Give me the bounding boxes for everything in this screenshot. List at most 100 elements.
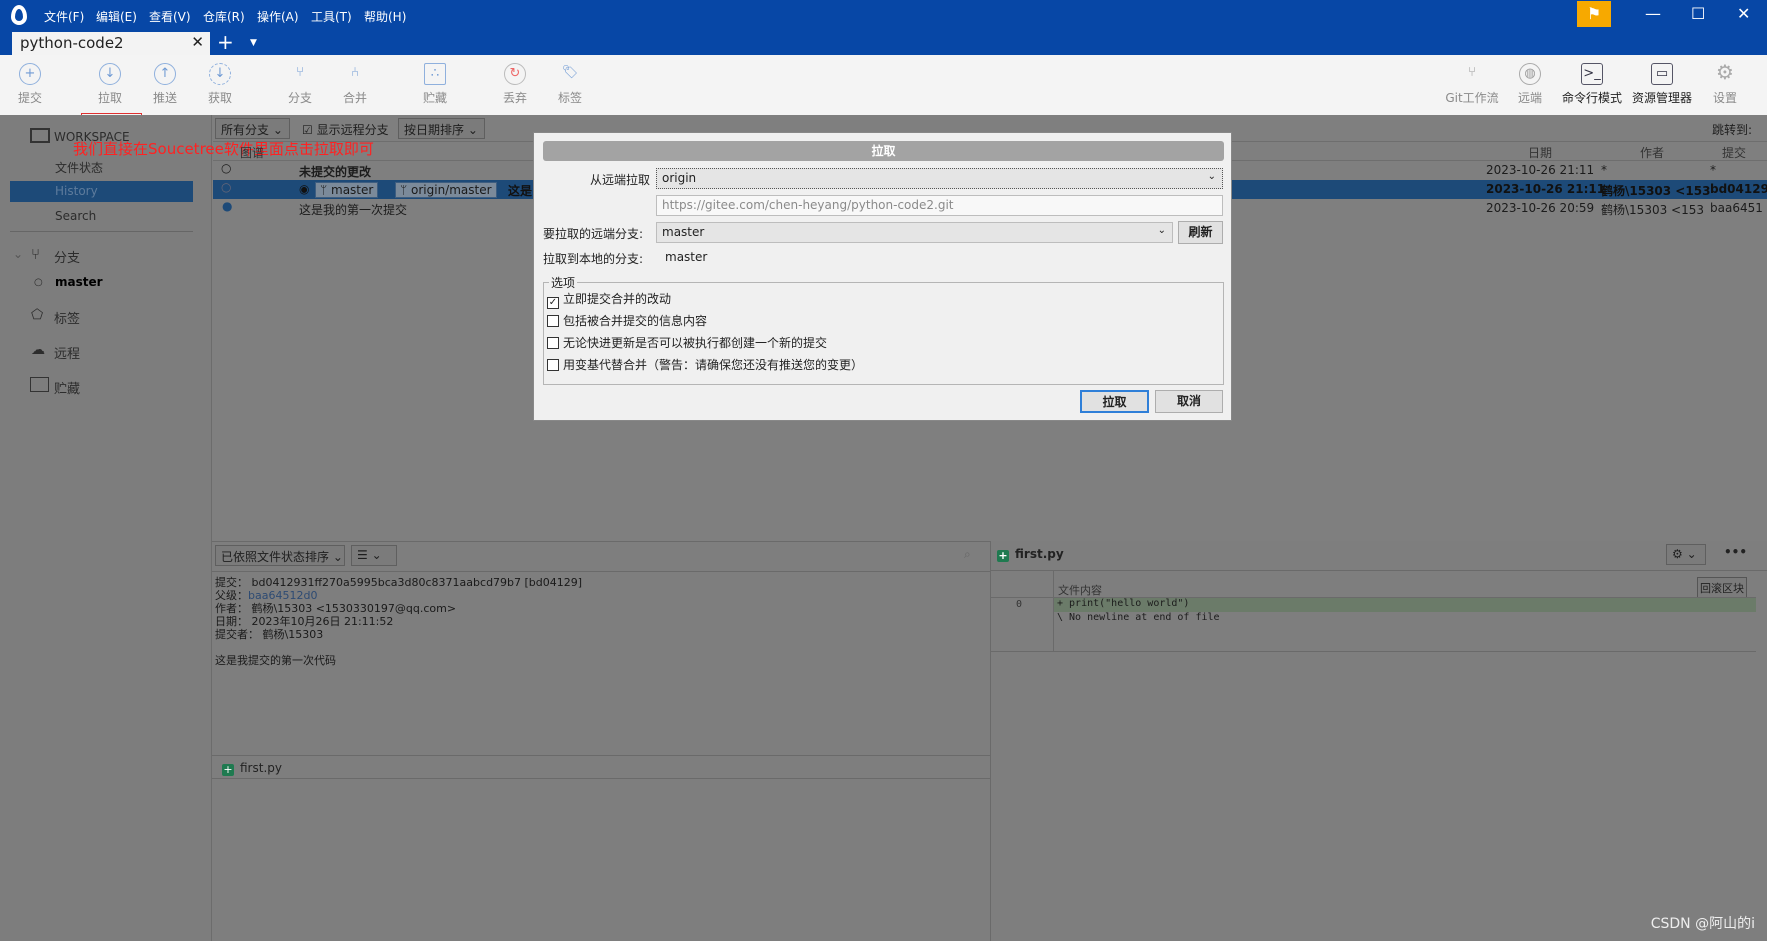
git-flow-icon: ⑂ [1468, 65, 1476, 80]
sidebar-branches[interactable]: 分支 [54, 247, 80, 266]
repo-tab[interactable]: python-code2 ✕ [12, 32, 210, 55]
push-label: 推送 [152, 91, 177, 105]
repo-tab-label: python-code2 [20, 34, 124, 52]
menu-repo[interactable]: 仓库(R) [203, 8, 245, 25]
option-no-ff[interactable]: 无论快进更新是否可以被执行都创建一个新的提交 [547, 334, 827, 351]
tag-button[interactable]: 🏷 标签 [540, 55, 600, 115]
fetch-button[interactable]: ↓ 获取 [190, 55, 250, 115]
merge-icon: ⑃ [351, 65, 359, 80]
local-branch-label: 拉取到本地的分支: [543, 252, 644, 266]
revert-hunk-button[interactable]: 回滚区块 [1697, 577, 1747, 599]
tag-label: 标签 [557, 91, 582, 105]
diff-file-title: + first.py [997, 547, 1064, 562]
line-number: 0 [1016, 599, 1023, 610]
pull-dialog: 拉取 从远端拉取 origin ⌄ https://gitee.com/chen-… [533, 132, 1232, 421]
search-icon[interactable]: ⌕ [964, 547, 971, 562]
history-label: History [55, 184, 98, 198]
terminal-label: 命令行模式 [1561, 91, 1622, 105]
file-sort-dropdown[interactable]: 已依照文件状态排序 ⌄ [215, 545, 345, 566]
sort-dropdown[interactable]: 按日期排序 ⌄ [398, 118, 485, 139]
graph-node-icon: ○ [221, 161, 232, 175]
menu-view[interactable]: 查看(V) [149, 8, 191, 25]
sidebar-remotes[interactable]: 远程 [54, 343, 80, 362]
chevron-down-icon: ⌄ [1157, 225, 1166, 236]
title-bar: 文件(F) 编辑(E) 查看(V) 仓库(R) 操作(A) 工具(T) 帮助(H… [0, 0, 1767, 55]
sidebar-item-search[interactable]: Search [55, 209, 96, 223]
cancel-button[interactable]: 取消 [1155, 390, 1223, 413]
terminal-icon: >_ [1581, 63, 1603, 85]
menu-actions[interactable]: 操作(A) [257, 8, 299, 25]
head-icon: ◉ [299, 182, 310, 196]
stash-label: 贮藏 [422, 91, 447, 105]
diff-settings-dropdown[interactable]: ⚙ ⌄ [1666, 544, 1706, 565]
menu-edit[interactable]: 编辑(E) [96, 8, 137, 25]
tab-dropdown-icon[interactable]: ▼ [250, 38, 257, 48]
merge-label: 合并 [342, 91, 367, 105]
menu-file[interactable]: 文件(F) [44, 8, 84, 25]
remote-url-field[interactable]: https://gitee.com/chen-heyang/python-cod… [656, 195, 1223, 216]
remote-branch-select[interactable]: master ⌄ [656, 222, 1173, 243]
commit-date: 2023-10-26 21:11 [1486, 163, 1595, 177]
explorer-label: 资源管理器 [1631, 91, 1692, 105]
minimize-icon[interactable]: — [1645, 4, 1661, 23]
commit-button[interactable]: + 提交 [0, 55, 60, 115]
refresh-button[interactable]: 刷新 [1178, 221, 1223, 244]
discard-button[interactable]: ↻ 丢弃 [485, 55, 545, 115]
branch-icon: ⑂ [31, 245, 41, 263]
view-mode-dropdown[interactable]: ☰ ⌄ [351, 545, 397, 566]
close-window-icon[interactable]: ✕ [1737, 4, 1750, 23]
discard-icon: ↻ [504, 63, 526, 85]
remote-label: 远端 [1517, 91, 1542, 105]
flag-icon[interactable]: ⚑ [1577, 1, 1611, 27]
stash-button[interactable]: ∴ 贮藏 [405, 55, 465, 115]
option-rebase[interactable]: 用变基代替合并（警告：请确保您还没有推送您的变更） [547, 356, 863, 373]
branch-dot-icon: ○ [34, 277, 43, 288]
git-flow-button[interactable]: ⑂ Git工作流 [1437, 55, 1507, 115]
more-options-icon[interactable]: ••• [1724, 545, 1747, 559]
branch-filter-dropdown[interactable]: 所有分支 ⌄ [215, 118, 290, 139]
sidebar-item-history[interactable]: History [10, 181, 193, 202]
push-button[interactable]: ↑ 推送 [135, 55, 195, 115]
remote-select[interactable]: origin ⌄ [656, 168, 1223, 189]
divider [212, 571, 990, 572]
local-branch-value: master [665, 250, 708, 264]
menu-help[interactable]: 帮助(H) [364, 8, 406, 25]
fetch-icon: ↓ [209, 63, 231, 85]
commit-desc: 未提交的更改 [299, 165, 372, 179]
graph-node-icon: ○ [221, 180, 232, 194]
settings-button[interactable]: ⚙ 设置 [1695, 55, 1755, 115]
maximize-icon[interactable]: ☐ [1691, 4, 1705, 23]
merge-button[interactable]: ⑃ 合并 [325, 55, 385, 115]
branch-button[interactable]: ⑂ 分支 [270, 55, 330, 115]
sidebar-branch-master[interactable]: master [55, 275, 103, 289]
explorer-button[interactable]: ▭ 资源管理器 [1627, 55, 1697, 115]
diff-added-line: + print("hello world") [1054, 598, 1756, 612]
terminal-button[interactable]: >_ 命令行模式 [1557, 55, 1627, 115]
new-tab-icon[interactable]: + [217, 30, 234, 54]
commit-hash: * [1710, 163, 1716, 177]
committer-detail: 提交者： 鹤杨\15303 [215, 628, 324, 641]
monitor-icon [30, 128, 50, 143]
divider [991, 651, 1756, 652]
show-remote-checkbox[interactable]: ☑ 显示远程分支 [302, 121, 389, 138]
file-name: first.py [240, 761, 282, 775]
close-tab-icon[interactable]: ✕ [191, 33, 204, 51]
options-group: 选项 ✓ 立即提交合并的改动 包括被合并提交的信息内容 无论快进更新是否可以被执行… [543, 274, 1224, 385]
arrow-down-circle-icon: ↓ [99, 63, 121, 85]
pull-button[interactable]: ↓ 拉取 [80, 55, 140, 115]
chevron-down-icon[interactable]: ⌄ [13, 247, 23, 261]
plus-circle-icon: + [19, 63, 41, 85]
sidebar-stashes[interactable]: 贮藏 [54, 378, 80, 397]
pull-ok-button[interactable]: 拉取 [1080, 390, 1149, 413]
remote-button[interactable]: ◍ 远端 [1500, 55, 1560, 115]
option-commit-merged[interactable]: ✓ 立即提交合并的改动 [547, 290, 671, 309]
option-include-messages[interactable]: 包括被合并提交的信息内容 [547, 312, 707, 329]
menu-tools[interactable]: 工具(T) [311, 8, 352, 25]
discard-label: 丢弃 [502, 91, 527, 105]
sidebar-item-file-status[interactable]: 文件状态 [55, 159, 103, 176]
fetch-label: 获取 [207, 91, 232, 105]
commit-label: 提交 [17, 91, 42, 105]
file-list-item[interactable]: + first.py [212, 755, 990, 779]
sidebar-tags[interactable]: 标签 [54, 308, 80, 327]
diff-context-line: \ No newline at end of file [1057, 612, 1220, 623]
